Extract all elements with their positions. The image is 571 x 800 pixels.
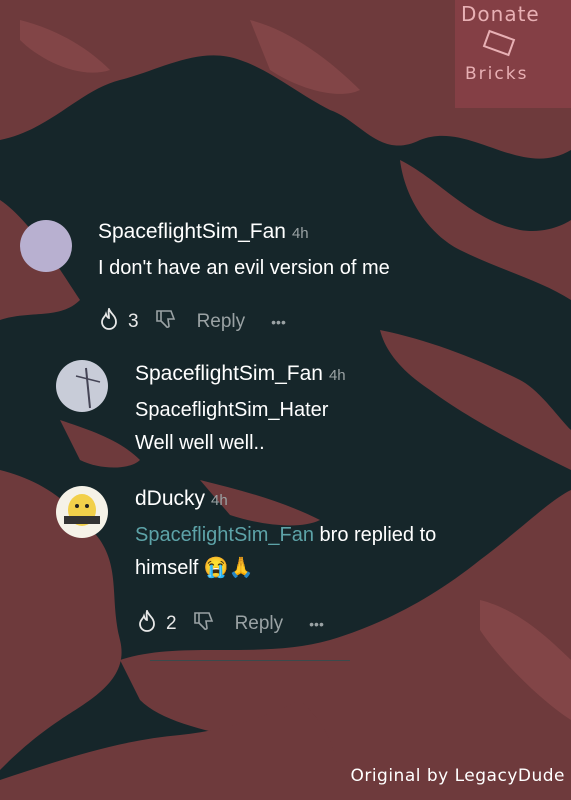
comment-time: 4h [211,492,228,509]
like-count: 2 [166,613,177,634]
mention-link[interactable]: SpaceflightSim_Fan [135,524,314,546]
fire-icon[interactable] [138,608,156,638]
comment-text-line-1: SpaceflightSim_Fan bro replied to [135,519,436,552]
comment-3: dDucky 4h SpaceflightSim_Fan bro replied … [0,0,571,660]
more-icon[interactable]: ••• [309,616,324,632]
comment-actions: 2 Reply ••• [138,608,324,638]
divider [150,660,350,661]
duck-icon [64,494,100,526]
dislike-icon[interactable] [193,611,215,637]
comment-text: himself [135,557,199,579]
comment-text: bro replied to [313,524,437,546]
comment-text-line-2: himself 😭🙏 [135,552,254,585]
avatar[interactable] [56,486,108,538]
credit-text: Original by LegacyDude [350,766,565,786]
comment-username[interactable]: dDucky 4h [135,487,228,511]
reply-button[interactable]: Reply [235,613,284,635]
emoji: 😭🙏 [203,557,254,579]
